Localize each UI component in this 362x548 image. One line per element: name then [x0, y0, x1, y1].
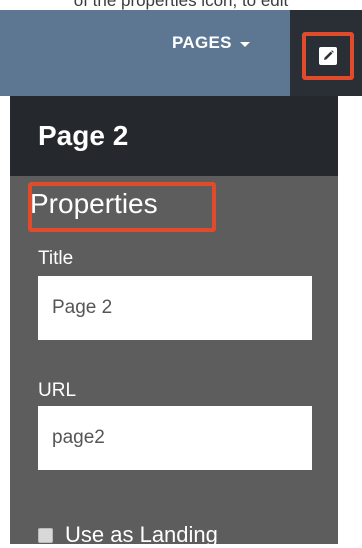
landing-checkbox-row[interactable]: Use as Landing — [38, 522, 218, 548]
panel-header: Page 2 — [10, 96, 338, 176]
top-navbar: PAGES — [0, 10, 290, 96]
landing-checkbox[interactable] — [38, 527, 53, 543]
title-field-label: Title — [38, 248, 74, 269]
page-title: Page 2 — [38, 120, 129, 151]
pages-dropdown[interactable]: PAGES — [172, 31, 250, 55]
edit-properties-button[interactable] — [302, 32, 354, 80]
title-input[interactable] — [38, 276, 312, 340]
url-input[interactable] — [38, 406, 312, 470]
url-field-label: URL — [38, 380, 77, 401]
properties-panel: Page 2 Properties Title URL Use as Landi… — [10, 96, 338, 547]
edit-icon — [319, 47, 337, 65]
section-title: Properties — [30, 188, 158, 219]
pages-dropdown-label: PAGES — [172, 33, 232, 52]
chevron-down-icon — [239, 41, 250, 47]
caption-text: of the properties icon, to edit — [0, 0, 362, 10]
landing-checkbox-label: Use as Landing — [65, 522, 218, 547]
